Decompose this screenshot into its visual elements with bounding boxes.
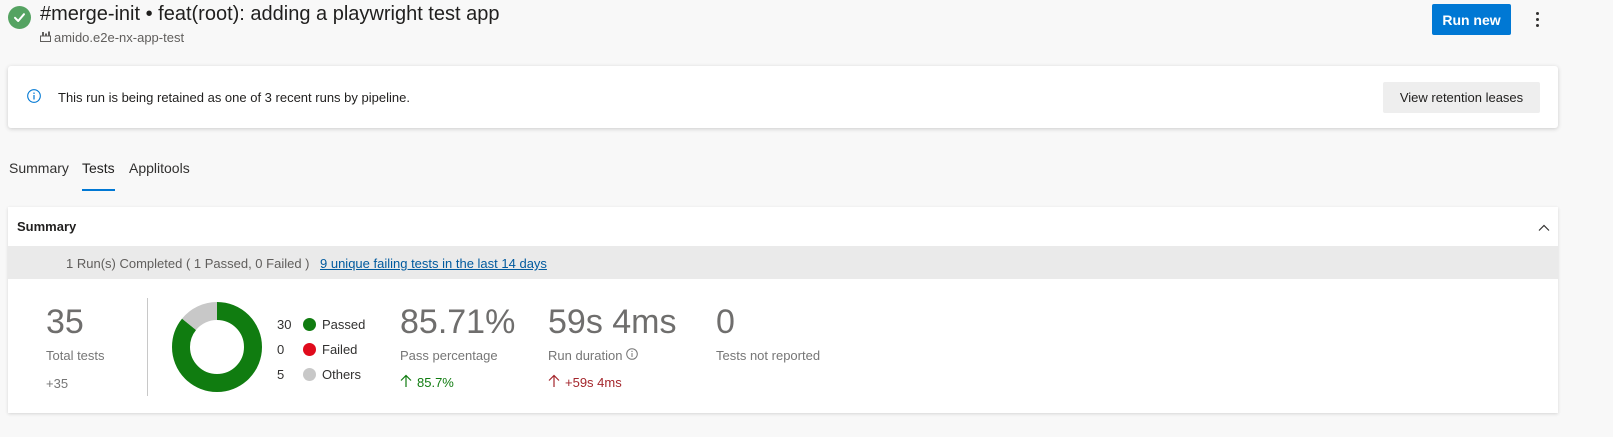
total-tests-label: Total tests	[46, 348, 105, 363]
view-retention-leases-button[interactable]: View retention leases	[1383, 82, 1540, 113]
legend-others: 5 Others	[277, 365, 361, 383]
arrow-up-icon	[548, 374, 560, 391]
others-dot-icon	[303, 367, 316, 381]
more-vertical-icon[interactable]	[1528, 6, 1546, 32]
info-icon[interactable]	[626, 348, 639, 363]
check-circle-icon	[8, 6, 31, 29]
legend-passed-label: Passed	[322, 316, 366, 332]
repo-icon	[40, 30, 51, 45]
repo-name: amido.e2e-nx-app-test	[54, 30, 185, 45]
run-duration-trend: +59s 4ms	[548, 374, 622, 391]
summary-card: Summary 1 Run(s) Completed ( 1 Passed, 0…	[8, 207, 1558, 413]
total-tests-delta: +35	[46, 376, 69, 391]
failing-tests-link[interactable]: 9 unique failing tests in the last 14 da…	[320, 256, 547, 271]
pass-percentage-delta: 85.7%	[417, 375, 454, 390]
tab-summary[interactable]: Summary	[9, 160, 69, 190]
failed-dot-icon	[303, 342, 316, 356]
legend-passed: 30 Passed	[277, 315, 365, 333]
divider	[147, 298, 148, 396]
run-duration-label-row: Run duration	[548, 348, 639, 363]
run-new-button[interactable]: Run new	[1432, 4, 1511, 35]
retention-banner: This run is being retained as one of 3 r…	[8, 66, 1558, 128]
pass-percentage-value: 85.71%	[400, 303, 516, 341]
legend-others-count: 5	[277, 366, 285, 382]
arrow-up-icon	[400, 374, 412, 391]
total-tests-value: 35	[46, 303, 84, 341]
info-icon	[27, 89, 41, 103]
run-duration-delta: +59s 4ms	[565, 375, 622, 390]
summary-title: Summary	[17, 219, 77, 234]
not-reported-value: 0	[716, 303, 735, 341]
chevron-up-icon[interactable]	[1538, 220, 1550, 231]
run-status-bar: 1 Run(s) Completed ( 1 Passed, 0 Failed …	[8, 246, 1558, 279]
banner-message: This run is being retained as one of 3 r…	[58, 90, 410, 105]
passed-dot-icon	[303, 317, 316, 331]
run-status-text: 1 Run(s) Completed ( 1 Passed, 0 Failed …	[66, 256, 310, 271]
page-header: #merge-init • feat(root): adding a playw…	[0, 0, 1613, 60]
legend-failed: 0 Failed	[277, 340, 357, 358]
pass-percentage-label: Pass percentage	[400, 348, 498, 363]
not-reported-label: Tests not reported	[716, 348, 821, 363]
legend-failed-label: Failed	[322, 341, 358, 357]
repo-link[interactable]: amido.e2e-nx-app-test	[40, 30, 184, 45]
outcome-donut-chart	[172, 302, 262, 392]
tab-tests[interactable]: Tests	[82, 160, 115, 191]
run-duration-label: Run duration	[548, 348, 623, 363]
page-title: #merge-init • feat(root): adding a playw…	[40, 3, 500, 25]
pass-percentage-trend: 85.7%	[400, 374, 454, 391]
legend-others-label: Others	[322, 366, 362, 382]
legend-failed-count: 0	[277, 341, 285, 357]
legend-passed-count: 30	[277, 316, 292, 332]
run-duration-value: 59s 4ms	[548, 303, 677, 341]
tab-applitools[interactable]: Applitools	[129, 160, 190, 190]
